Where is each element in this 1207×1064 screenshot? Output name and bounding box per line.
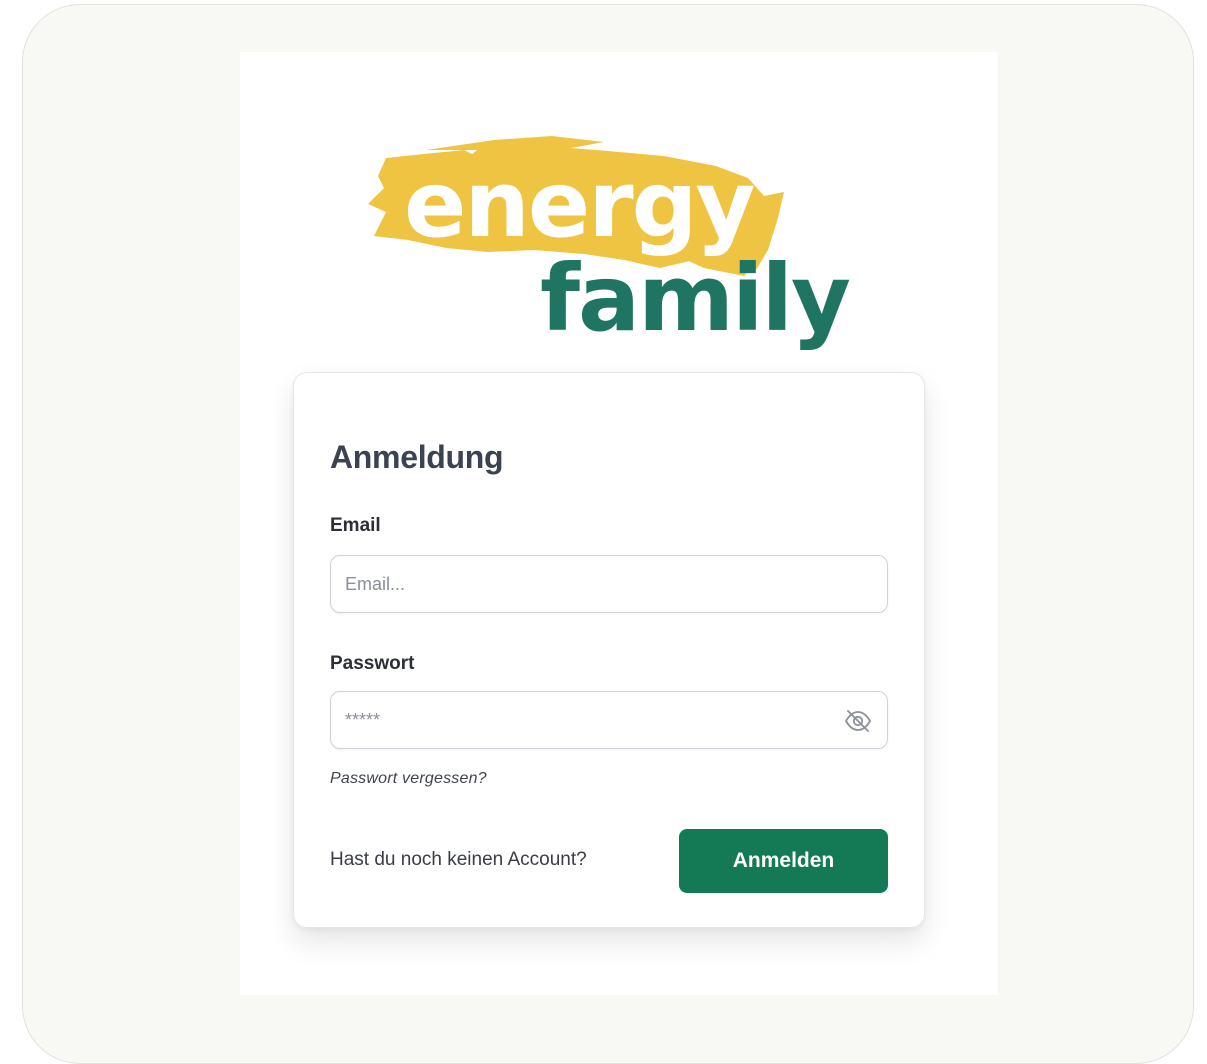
- email-label: Email: [330, 515, 381, 536]
- email-input[interactable]: [331, 556, 887, 612]
- password-input[interactable]: [331, 692, 887, 748]
- eye-off-icon[interactable]: [843, 708, 873, 734]
- email-field-wrapper: [330, 555, 888, 613]
- forgot-password-link[interactable]: Passwort vergessen?: [330, 770, 487, 788]
- signup-link[interactable]: Hast du noch keinen Account?: [330, 849, 587, 871]
- password-label: Passwort: [330, 653, 415, 674]
- login-button[interactable]: Anmelden: [679, 829, 888, 893]
- login-card: Anmeldung Email Passwort Passwort verges…: [293, 372, 925, 928]
- energy-family-logo: energy family: [368, 136, 852, 352]
- password-field-wrapper: [330, 691, 888, 749]
- login-title: Anmeldung: [330, 439, 504, 475]
- logo-word-family: family: [540, 245, 850, 352]
- login-page: energy family Anmeldung Email Passwort P…: [240, 52, 998, 995]
- logo-word-energy: energy: [404, 151, 755, 258]
